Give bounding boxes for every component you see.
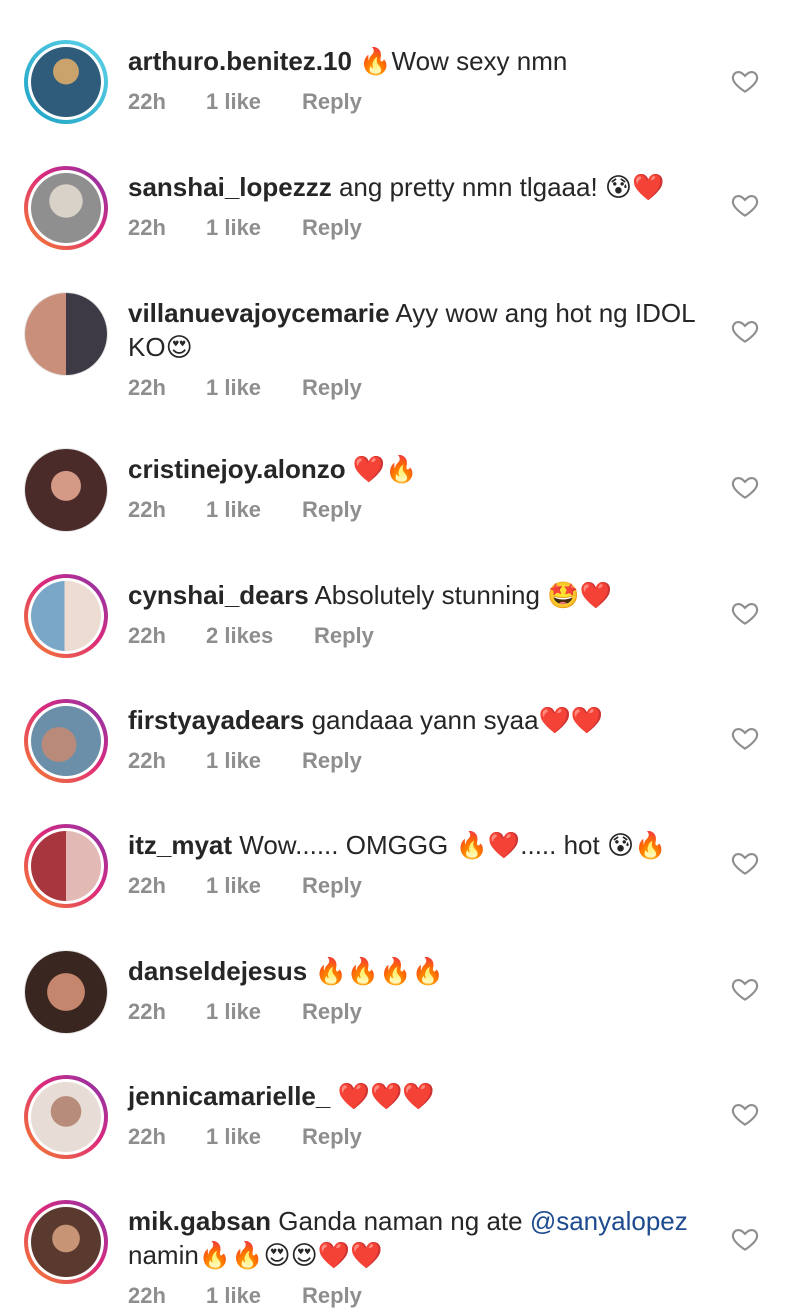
- comment-time: 22h: [128, 873, 166, 898]
- like-heart-button[interactable]: [730, 190, 760, 220]
- comment-likes[interactable]: 1 like: [206, 496, 302, 524]
- like-heart-button[interactable]: [730, 1099, 760, 1129]
- comment-text: Absolutely stunning 🤩❤️: [314, 580, 612, 610]
- comment-time: 22h: [128, 1283, 166, 1308]
- comment-username[interactable]: cristinejoy.alonzo: [128, 454, 346, 484]
- comment-text: 🔥🔥🔥🔥: [314, 956, 444, 986]
- avatar[interactable]: [24, 699, 108, 783]
- comment-username[interactable]: danseldejesus: [128, 956, 307, 986]
- comment-likes[interactable]: 1 like: [206, 88, 302, 116]
- avatar[interactable]: [24, 824, 108, 908]
- reply-button[interactable]: Reply: [302, 998, 362, 1026]
- comment-time: 22h: [128, 1124, 166, 1149]
- comment-meta: 22h 1 like Reply: [128, 374, 708, 402]
- comment-time: 22h: [128, 748, 166, 773]
- comment-time: 22h: [128, 215, 166, 240]
- comment-likes[interactable]: 1 like: [206, 872, 302, 900]
- like-heart-button[interactable]: [730, 1224, 760, 1254]
- like-heart-button[interactable]: [730, 472, 760, 502]
- avatar[interactable]: [24, 574, 108, 658]
- like-heart-button[interactable]: [730, 598, 760, 628]
- avatar[interactable]: [24, 1200, 108, 1284]
- comment-username[interactable]: itz_myat: [128, 830, 232, 860]
- reply-button[interactable]: Reply: [302, 872, 362, 900]
- comment-text: ❤️❤️❤️: [337, 1081, 435, 1111]
- comment-likes[interactable]: 1 like: [206, 374, 302, 402]
- comment-meta: 22h 2 likes Reply: [128, 622, 708, 650]
- comment-username[interactable]: sanshai_lopezzz: [128, 172, 332, 202]
- comment-text: ang pretty nmn tlgaaa! 😰❤️: [338, 172, 665, 202]
- avatar[interactable]: [24, 448, 108, 532]
- comment-likes[interactable]: 1 like: [206, 998, 302, 1026]
- comment-meta: 22h 1 like Reply: [128, 998, 708, 1026]
- comment-meta: 22h 1 like Reply: [128, 747, 708, 775]
- heart-outline-icon: [731, 727, 759, 750]
- comment-meta: 22h 1 like Reply: [128, 1282, 708, 1310]
- heart-outline-icon: [731, 1103, 759, 1126]
- reply-button[interactable]: Reply: [302, 1282, 362, 1310]
- comment-username[interactable]: firstyayadears: [128, 705, 304, 735]
- comment-username[interactable]: mik.gabsan: [128, 1206, 271, 1236]
- like-heart-button[interactable]: [730, 848, 760, 878]
- avatar[interactable]: [24, 1075, 108, 1159]
- comment-likes[interactable]: 1 like: [206, 214, 302, 242]
- comment-meta: 22h 1 like Reply: [128, 872, 708, 900]
- comment-time: 22h: [128, 375, 166, 400]
- comment-text: Ganda naman ng ate: [278, 1206, 530, 1236]
- comment-time: 22h: [128, 999, 166, 1024]
- heart-outline-icon: [731, 70, 759, 93]
- comment-text-continued: namin🔥🔥😍😍❤️❤️: [128, 1240, 383, 1270]
- heart-outline-icon: [731, 476, 759, 499]
- comment-username[interactable]: arthuro.benitez.10: [128, 46, 352, 76]
- comment-text: 🔥Wow sexy nmn: [359, 46, 568, 76]
- reply-button[interactable]: Reply: [302, 374, 362, 402]
- comment-username[interactable]: jennicamarielle_: [128, 1081, 330, 1111]
- comment-username[interactable]: villanuevajoycemarie: [128, 298, 390, 328]
- comment-meta: 22h 1 like Reply: [128, 496, 708, 524]
- like-heart-button[interactable]: [730, 66, 760, 96]
- avatar[interactable]: [24, 950, 108, 1034]
- comment-time: 22h: [128, 497, 166, 522]
- heart-outline-icon: [731, 194, 759, 217]
- comment-meta: 22h 1 like Reply: [128, 88, 708, 116]
- heart-outline-icon: [731, 1228, 759, 1251]
- comment-text: ❤️🔥: [352, 454, 418, 484]
- reply-button[interactable]: Reply: [302, 747, 362, 775]
- comment-text: gandaaa yann syaa❤️❤️: [311, 705, 604, 735]
- comment-time: 22h: [128, 623, 166, 648]
- comment-mention-link[interactable]: @sanyalopez: [530, 1206, 688, 1236]
- comment-likes[interactable]: 1 like: [206, 1123, 302, 1151]
- comment-list: arthuro.benitez.10 🔥Wow sexy nmn 22h 1 li…: [0, 0, 800, 1315]
- reply-button[interactable]: Reply: [302, 214, 362, 242]
- reply-button[interactable]: Reply: [302, 496, 362, 524]
- avatar[interactable]: [24, 166, 108, 250]
- comment-meta: 22h 1 like Reply: [128, 214, 708, 242]
- like-heart-button[interactable]: [730, 316, 760, 346]
- reply-button[interactable]: Reply: [314, 622, 374, 650]
- avatar[interactable]: [24, 292, 108, 376]
- heart-outline-icon: [731, 320, 759, 343]
- comment-likes[interactable]: 1 like: [206, 1282, 302, 1310]
- comment-likes[interactable]: 1 like: [206, 747, 302, 775]
- avatar[interactable]: [24, 40, 108, 124]
- comment-likes[interactable]: 2 likes: [206, 622, 314, 650]
- heart-outline-icon: [731, 852, 759, 875]
- reply-button[interactable]: Reply: [302, 1123, 362, 1151]
- like-heart-button[interactable]: [730, 974, 760, 1004]
- comment-username[interactable]: cynshai_dears: [128, 580, 309, 610]
- heart-outline-icon: [731, 978, 759, 1001]
- comment-text: Wow...... OMGGG 🔥❤️..... hot 😰🔥: [239, 830, 667, 860]
- heart-outline-icon: [731, 602, 759, 625]
- reply-button[interactable]: Reply: [302, 88, 362, 116]
- like-heart-button[interactable]: [730, 723, 760, 753]
- comment-time: 22h: [128, 89, 166, 114]
- comment-meta: 22h 1 like Reply: [128, 1123, 708, 1151]
